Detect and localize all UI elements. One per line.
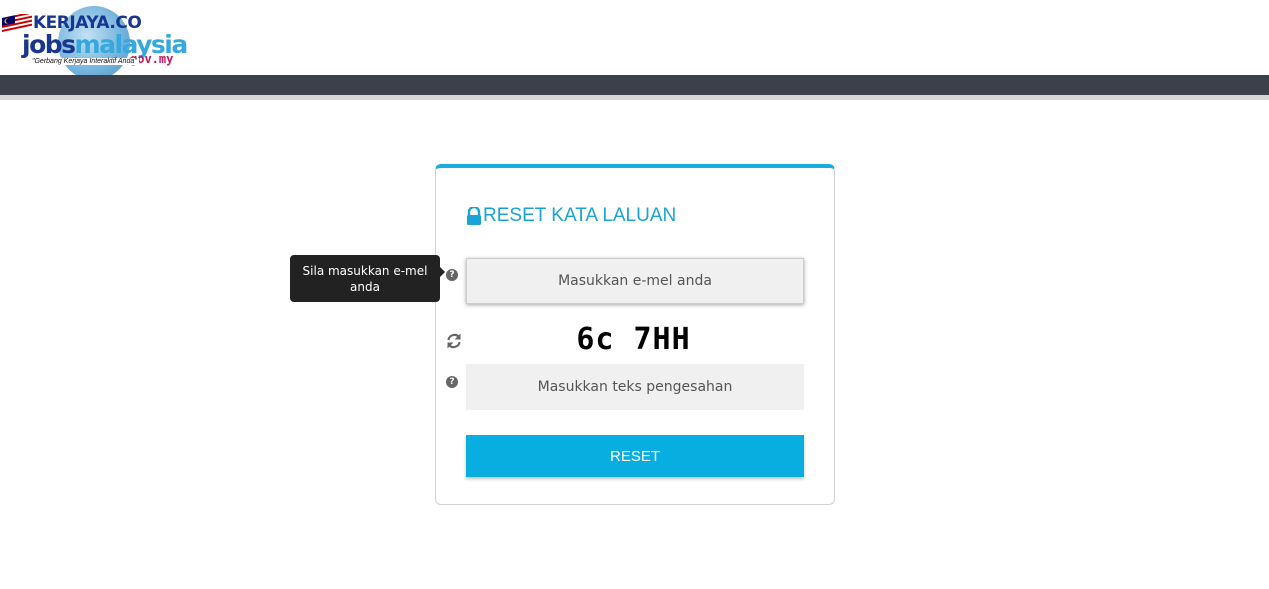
- reset-button[interactable]: RESET: [466, 435, 804, 477]
- navbar-divider: [0, 95, 1269, 100]
- refresh-captcha-icon[interactable]: [445, 332, 463, 350]
- captcha-input[interactable]: [466, 364, 804, 410]
- site-logo[interactable]: KERJAYA.CO jobsmalaysia gov.my "Gerbang …: [0, 4, 188, 80]
- logo-tagline: "Gerbang Kerjaya Interaktif Anda": [30, 58, 139, 65]
- email-help-tooltip: Sila masukkan e-mel anda: [290, 255, 445, 302]
- reset-password-card: RESET KATA LALUAN ? 6c 7HH ? RESET: [435, 164, 835, 505]
- email-help-icon[interactable]: ?: [446, 269, 458, 281]
- card-title-text: RESET KATA LALUAN: [483, 205, 677, 226]
- captcha-code: 6c 7HH: [576, 322, 691, 357]
- site-header: KERJAYA.CO jobsmalaysia gov.my "Gerbang …: [0, 0, 1269, 80]
- captcha-help-icon[interactable]: ?: [446, 376, 458, 388]
- top-navbar: [0, 75, 1269, 95]
- logo-jobs-text: jobs: [22, 30, 76, 59]
- lock-icon: [467, 207, 481, 225]
- email-input[interactable]: [466, 258, 804, 304]
- card-title: RESET KATA LALUAN: [466, 205, 676, 227]
